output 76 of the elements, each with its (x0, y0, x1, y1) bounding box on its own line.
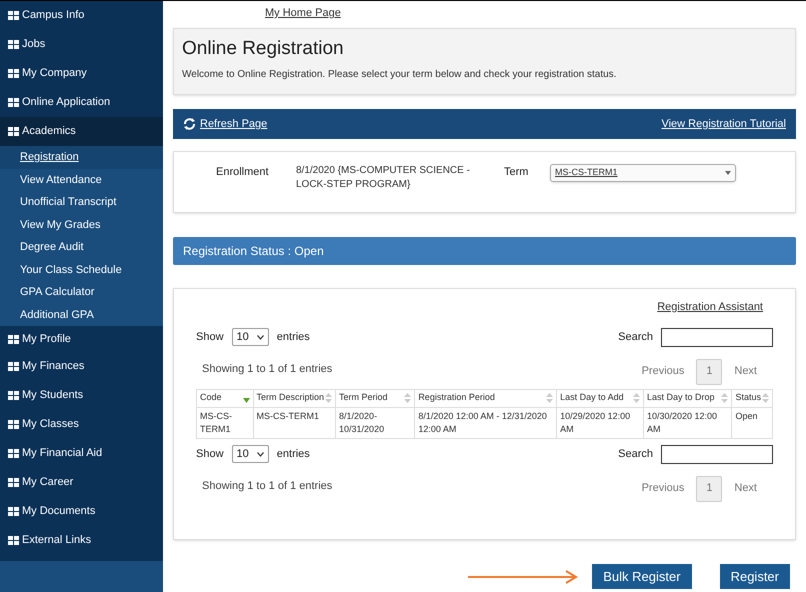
sidebar-subitem[interactable]: GPA Calculator (0, 281, 163, 304)
grid-icon (8, 362, 19, 371)
grid-icon (8, 507, 19, 516)
sidebar-item[interactable]: Campus Info (0, 1, 163, 30)
sidebar-subitem[interactable]: View Attendance (0, 168, 163, 191)
search-label: Search (618, 330, 653, 345)
grid-icon (8, 478, 19, 487)
table-cell: 10/30/2020 12:00 AM (643, 407, 732, 438)
search-label: Search (618, 446, 653, 462)
page-size-select[interactable]: 10 (232, 445, 269, 463)
action-button[interactable]: Bulk Register (592, 564, 692, 589)
sidebar-item[interactable]: My Profile (0, 326, 163, 352)
table-cell: 8/1/2020 12:00 AM - 12/31/2020 12:00 AM (414, 407, 557, 438)
table-cell: 8/1/2020-10/31/2020 (336, 407, 415, 438)
sidebar-item[interactable]: Jobs (0, 30, 163, 59)
sidebar-item[interactable]: My Company (0, 59, 163, 88)
chevron-icon (256, 334, 264, 340)
sidebar-subitem[interactable]: View My Grades (0, 214, 163, 236)
term-select[interactable]: MS-CS-TERM1 (550, 164, 736, 182)
pagination-link[interactable]: Previous (638, 363, 688, 380)
page-size-select[interactable]: 10 (232, 328, 269, 346)
refresh-icon (183, 117, 196, 131)
table-cell: MS-CS-TERM1 (253, 407, 336, 438)
grid-icon (8, 11, 19, 20)
sidebar-subitem[interactable]: Registration (0, 146, 163, 168)
caret-icon (725, 171, 731, 175)
pagination-link[interactable]: Next (730, 363, 761, 380)
tutorial-link[interactable]: View Registration Tutorial (661, 116, 786, 132)
sidebar-subitem[interactable]: Additional GPA (0, 304, 163, 326)
assistant-link[interactable]: Registration Assistant (657, 299, 763, 316)
pagination-link[interactable]: Previous (638, 480, 688, 497)
search-field[interactable] (661, 328, 773, 346)
sidebar-item[interactable]: External Links (0, 526, 163, 555)
show-label: Show (196, 330, 224, 345)
entries-info: Showing 1 to 1 of 1 entries (201, 362, 332, 376)
grid-icon (8, 69, 19, 78)
sidebar-item[interactable]: My Finances (0, 352, 163, 381)
grid-icon (8, 391, 19, 400)
sidebar-item[interactable]: My Students (0, 381, 163, 410)
grid-icon (8, 420, 19, 429)
enrollment-label: Enrollment (216, 165, 270, 180)
page-button[interactable]: 1 (696, 476, 722, 502)
refresh-link[interactable]: Refresh Page (200, 116, 268, 132)
welcome-text: Welcome to Online Registration. Please select your term below and check your registration status. (182, 68, 618, 82)
entries-info: Showing 1 to 1 of 1 entries (201, 478, 332, 494)
chevron-icon (256, 452, 264, 456)
grid-icon (8, 40, 19, 49)
grid-icon (8, 536, 19, 545)
sidebar-item[interactable]: My Career (0, 468, 163, 497)
entries-label: entries (276, 446, 310, 462)
page-button[interactable]: 1 (696, 358, 722, 384)
sidebar-subitem[interactable]: Degree Audit (0, 236, 163, 258)
grid-icon (8, 127, 19, 136)
status-bar: Registration Status : Open (173, 237, 796, 265)
sidebar-item[interactable]: Academics (0, 117, 163, 146)
table-cell: Open (732, 407, 772, 438)
sidebar-item[interactable]: My Financial Aid (0, 439, 163, 468)
sidebar-subitem[interactable]: Unofficial Transcript (0, 191, 163, 214)
action-button[interactable]: Register (720, 564, 790, 589)
grid-icon (8, 449, 19, 458)
sidebar-item[interactable]: Online Application (0, 88, 163, 117)
show-label: Show (196, 446, 224, 462)
grid-icon (8, 334, 19, 344)
pagination-link[interactable]: Next (730, 480, 761, 497)
sidebar-subitem[interactable]: Your Class Schedule (0, 258, 163, 281)
grid-icon (8, 98, 19, 107)
enrollment-value: 8/1/2020 {MS-COMPUTER SCIENCE - LOCK-STEP PROGRAM} (296, 164, 471, 192)
search-field[interactable] (661, 444, 773, 464)
sidebar-item[interactable]: My Documents (0, 497, 163, 526)
entries-label: entries (276, 330, 310, 345)
term-label: Term (504, 165, 530, 180)
page-title: Online Registration (182, 36, 345, 60)
sidebar-item[interactable]: My Classes (0, 410, 163, 439)
home-link[interactable]: My Home Page (265, 5, 341, 22)
table-cell: 10/29/2020 12:00 AM (556, 407, 644, 438)
table-cell: MS-CS-TERM1 (196, 407, 253, 438)
